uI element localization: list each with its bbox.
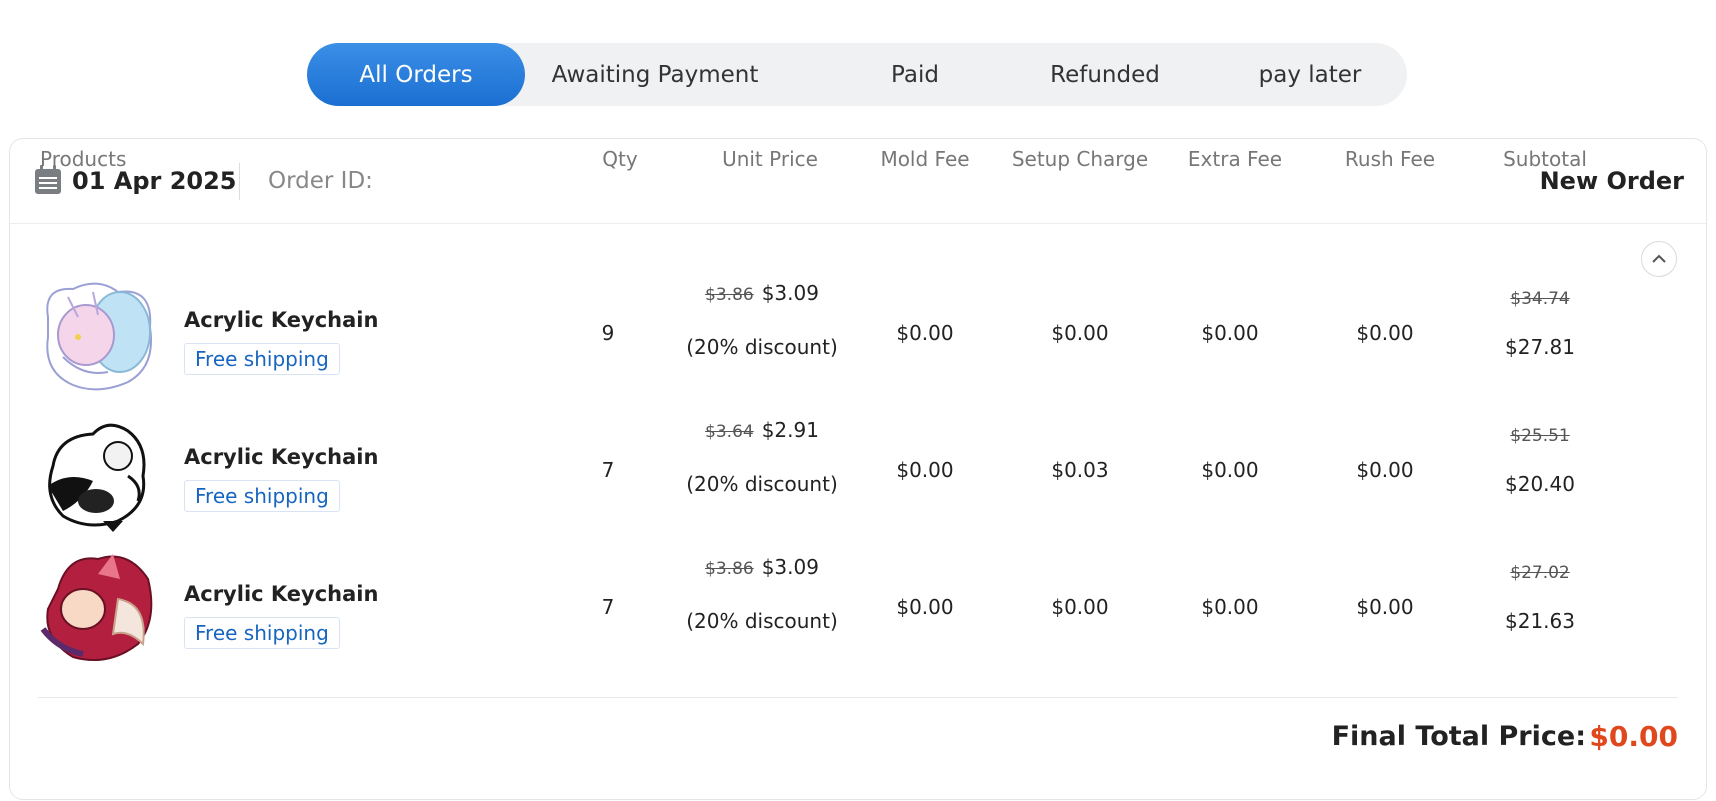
order-id: Order ID: (268, 168, 373, 194)
discount-note: (20% discount) (686, 472, 838, 496)
subtotal-original: $25.51 (1510, 426, 1570, 446)
order-date: 01 Apr 2025 (72, 167, 237, 195)
col-qty: Qty (602, 147, 638, 171)
free-shipping-badge: Free shipping (184, 617, 340, 649)
subtotal-original: $27.02 (1510, 563, 1570, 583)
header-divider (239, 163, 240, 200)
collapse-button[interactable] (1641, 241, 1677, 277)
extra-fee: $0.00 (1201, 458, 1259, 482)
mold-fee: $0.00 (896, 595, 954, 619)
subtotal: $21.63 (1505, 609, 1575, 633)
tab-awaiting-payment[interactable]: Awaiting Payment (545, 43, 765, 106)
col-products: Products (40, 147, 127, 171)
col-mold-fee: Mold Fee (880, 147, 970, 171)
unit-price-discounted: $3.09 (761, 281, 819, 305)
extra-fee: $0.00 (1201, 595, 1259, 619)
table-row: Acrylic Keychain Free shipping 7 $3.86 $3… (10, 549, 1706, 685)
order-id-label: Order ID: (268, 168, 373, 194)
qty: 7 (601, 458, 615, 482)
qty: 7 (601, 595, 615, 619)
rush-fee: $0.00 (1356, 321, 1414, 345)
unit-price-original: $3.86 (705, 559, 754, 579)
free-shipping-badge: Free shipping (184, 343, 340, 375)
mold-fee: $0.00 (896, 458, 954, 482)
col-setup-charge: Setup Charge (1011, 147, 1149, 171)
subtotal: $20.40 (1505, 472, 1575, 496)
col-unit-price: Unit Price (722, 147, 818, 171)
table-row: Acrylic Keychain Free shipping 9 $3.86 $3… (10, 275, 1706, 411)
tab-paid[interactable]: Paid (855, 43, 975, 106)
order-card: 01 Apr 2025 Order ID: New Order Products… (9, 138, 1707, 800)
tab-refunded[interactable]: Refunded (1025, 43, 1185, 106)
unit-price-discounted: $3.09 (761, 555, 819, 579)
table-row: Acrylic Keychain Free shipping 7 $3.64 $2… (10, 412, 1706, 548)
setup-charge: $0.00 (1051, 321, 1109, 345)
extra-fee: $0.00 (1201, 321, 1259, 345)
discount-note: (20% discount) (686, 609, 838, 633)
col-rush-fee: Rush Fee (1344, 147, 1436, 171)
order-status: New Order (1539, 167, 1684, 195)
product-name: Acrylic Keychain (184, 445, 379, 469)
chevron-up-icon (1652, 254, 1666, 263)
qty: 9 (601, 321, 615, 345)
product-name: Acrylic Keychain (184, 582, 379, 606)
unit-price: $3.86 $3.09 (672, 281, 852, 305)
col-extra-fee: Extra Fee (1187, 147, 1283, 171)
unit-price: $3.64 $2.91 (672, 418, 852, 442)
final-total-value: $0.00 (1589, 720, 1678, 753)
footer-divider (38, 697, 1678, 698)
unit-price-original: $3.86 (705, 285, 754, 305)
monochrome-character-icon (48, 423, 146, 532)
pastel-fox-character-icon (46, 282, 152, 391)
unit-price: $3.86 $3.09 (672, 555, 852, 579)
unit-price-discounted: $2.91 (761, 418, 819, 442)
subtotal-original: $34.74 (1510, 289, 1570, 309)
rush-fee: $0.00 (1356, 595, 1414, 619)
crimson-fox-character-icon (40, 554, 153, 661)
subtotal: $27.81 (1505, 335, 1575, 359)
setup-charge: $0.00 (1051, 595, 1109, 619)
tab-pay-later[interactable]: pay later (1235, 43, 1385, 106)
free-shipping-badge: Free shipping (184, 480, 340, 512)
discount-note: (20% discount) (686, 335, 838, 359)
rush-fee: $0.00 (1356, 458, 1414, 482)
tab-all-orders[interactable]: All Orders (307, 43, 525, 106)
product-name: Acrylic Keychain (184, 308, 379, 332)
unit-price-original: $3.64 (705, 422, 754, 442)
order-status-tabs: All Orders Awaiting Payment Paid Refunde… (307, 43, 1407, 106)
setup-charge: $0.03 (1051, 458, 1109, 482)
final-total-label: Final Total Price: (1331, 721, 1586, 752)
col-subtotal: Subtotal (1503, 147, 1587, 171)
mold-fee: $0.00 (896, 321, 954, 345)
